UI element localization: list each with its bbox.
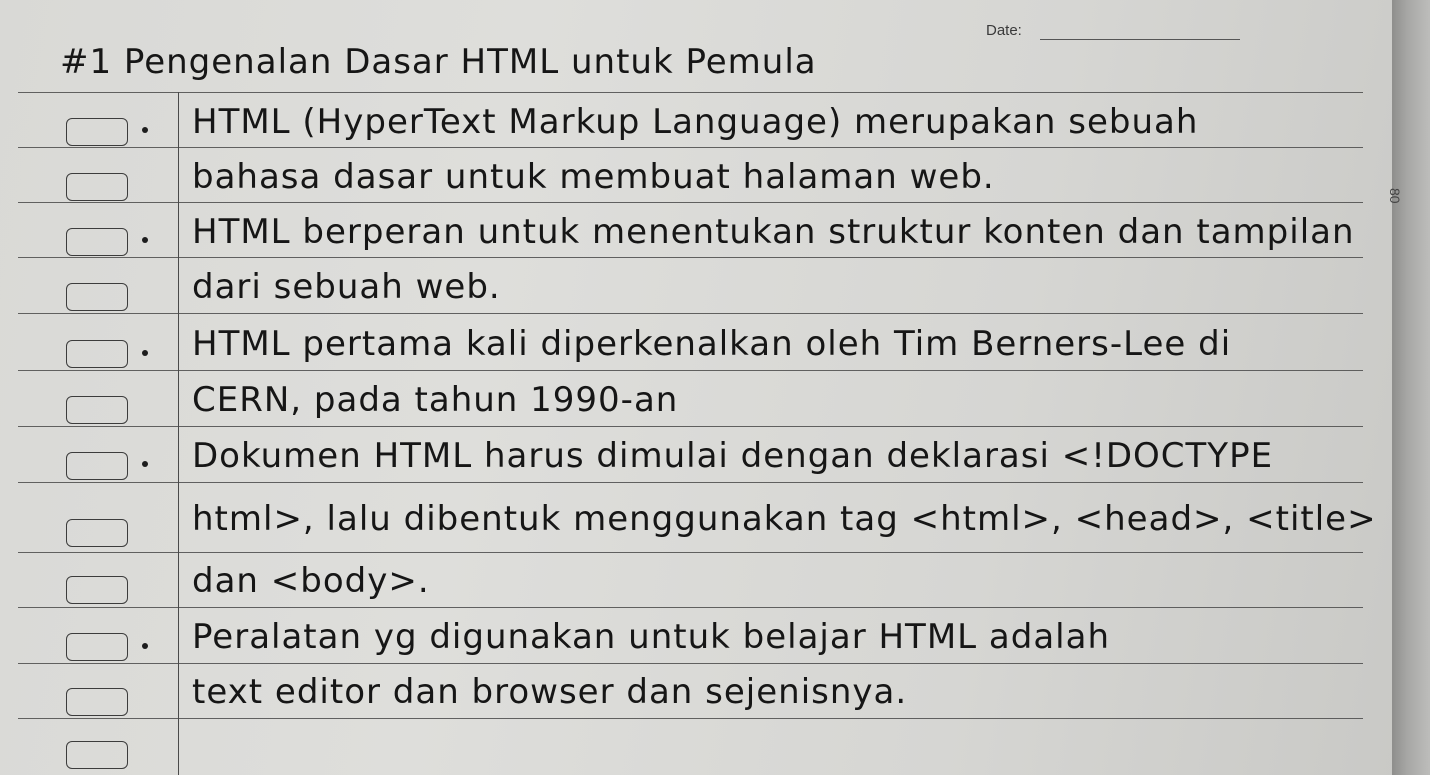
ruled-line [18,92,1363,93]
note-line-3: HTML berperan untuk menentukan struktur … [192,212,1355,252]
ruled-line [18,607,1363,608]
line-checkbox[interactable] [66,633,128,661]
note-line-8: html>, lalu dibentuk menggunakan tag <ht… [192,499,1377,539]
note-line-10: Peralatan yg digunakan untuk belajar HTM… [192,617,1110,657]
note-line-7: Dokumen HTML harus dimulai dengan deklar… [192,436,1274,476]
ruled-line [18,663,1363,664]
line-checkbox[interactable] [66,396,128,424]
line-checkbox[interactable] [66,118,128,146]
note-line-6: CERN, pada tahun 1990-an [192,380,679,420]
bullet-dot [142,461,148,467]
ruled-line [18,426,1363,427]
ruled-line [18,370,1363,371]
ruled-line [18,202,1363,203]
bullet-dot [142,237,148,243]
bullet-dot [142,643,148,649]
line-checkbox[interactable] [66,688,128,716]
line-checkbox[interactable] [66,741,128,769]
line-checkbox[interactable] [66,340,128,368]
note-line-5: HTML pertama kali diperkenalkan oleh Tim… [192,324,1232,364]
line-checkbox[interactable] [66,519,128,547]
line-checkbox[interactable] [66,452,128,480]
line-checkbox[interactable] [66,576,128,604]
ruled-line [18,257,1363,258]
line-checkbox[interactable] [66,283,128,311]
margin-line [178,92,179,775]
note-line-2: bahasa dasar untuk membuat halaman web. [192,157,995,197]
note-line-4: dari sebuah web. [192,267,501,307]
ruled-line [18,718,1363,719]
date-line [1040,39,1240,40]
side-mark: 80 [1387,188,1403,204]
ruled-line [18,147,1363,148]
ruled-line [18,313,1363,314]
page-edge-shadow [1392,0,1430,775]
note-line-11: text editor dan browser dan sejenisnya. [192,672,908,712]
bullet-dot [142,350,148,356]
bullet-dot [142,127,148,133]
line-checkbox[interactable] [66,228,128,256]
ruled-line [18,552,1363,553]
note-line-9: dan <body>. [192,561,430,601]
page-title: #1 Pengenalan Dasar HTML untuk Pemula [60,42,817,82]
line-checkbox[interactable] [66,173,128,201]
notebook-page: Date: #1 Pengenalan Dasar HTML untuk Pem… [0,0,1400,775]
ruled-line [18,482,1363,483]
date-label: Date: [986,22,1022,39]
note-line-1: HTML (HyperText Markup Language) merupak… [192,102,1199,142]
